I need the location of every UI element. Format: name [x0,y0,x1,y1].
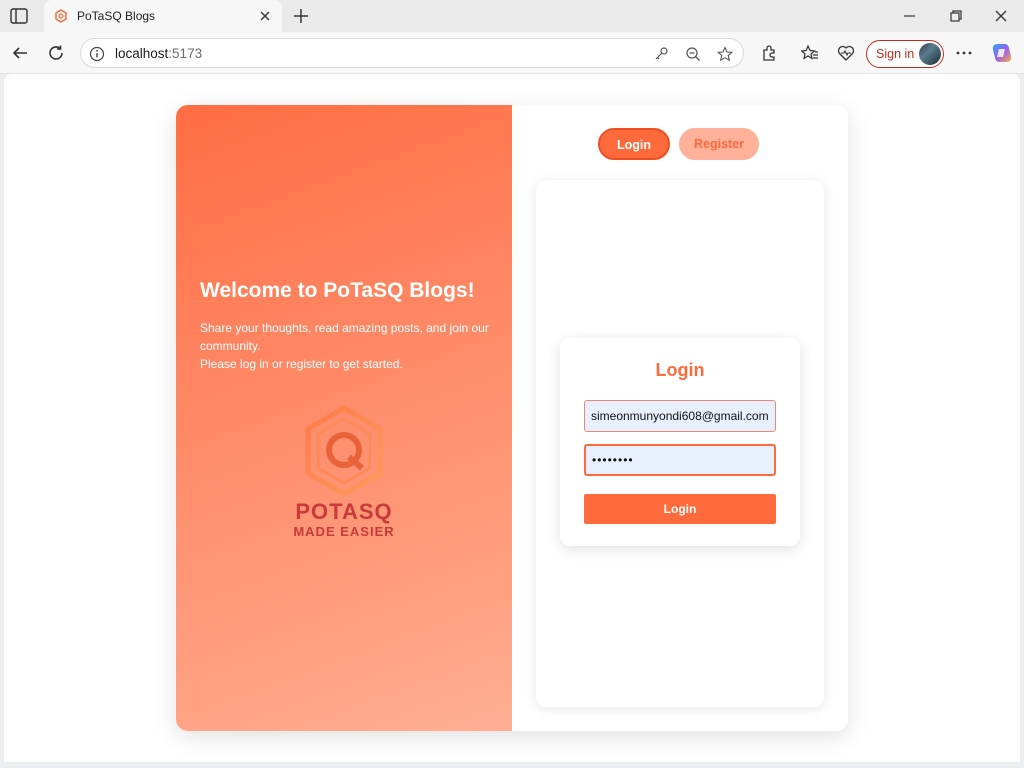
welcome-title: Welcome to PoTaSQ Blogs! [200,279,475,302]
url-text[interactable]: localhost:5173 [115,46,202,61]
logo-wordmark: POTASQ [295,499,393,524]
welcome-text-line: Share your thoughts, read amazing posts,… [200,321,489,353]
refresh-icon[interactable] [47,44,65,62]
logo-tagline: MADE EASIER [293,524,395,539]
back-arrow-icon[interactable] [11,44,29,62]
form-panel: Login Register Login Login [512,105,848,731]
close-tab-icon[interactable] [258,9,272,23]
avatar [919,43,941,65]
minimize-icon[interactable] [902,9,918,23]
active-tab[interactable]: PoTaSQ Blogs [44,0,282,32]
tab-title: PoTaSQ Blogs [77,9,156,23]
hexagon-q-icon [305,405,383,497]
password-field[interactable] [584,444,776,476]
address-bar[interactable]: localhost:5173 [80,38,744,68]
sign-in-button[interactable]: Sign in [866,40,944,68]
email-field[interactable] [584,400,776,432]
zoom-out-icon[interactable] [685,46,701,62]
login-toggle-button[interactable]: Login [598,128,670,160]
url-host: localhost [115,46,169,61]
register-toggle-button[interactable]: Register [679,128,759,160]
browser-tab-strip: PoTaSQ Blogs [0,0,1024,32]
more-options-icon[interactable] [955,44,973,62]
welcome-text: Share your thoughts, read amazing posts,… [200,319,500,373]
sign-in-label: Sign in [876,47,915,61]
welcome-panel: Welcome to PoTaSQ Blogs! Share your thou… [176,105,512,731]
potasq-logo: POTASQ MADE EASIER [284,405,404,545]
extensions-icon[interactable] [760,44,778,62]
browser-essentials-icon[interactable] [837,44,855,62]
copilot-icon[interactable] [991,42,1013,64]
login-heading: Login [655,360,705,380]
site-info-icon[interactable] [89,46,105,62]
close-window-icon[interactable] [993,9,1009,23]
restore-icon[interactable] [948,9,964,23]
potasq-favicon-icon [55,9,67,23]
key-icon[interactable] [653,46,669,62]
form-container: Login Login [536,180,824,707]
welcome-text-line: Please log in or register to get started… [200,357,403,371]
auth-card: Welcome to PoTaSQ Blogs! Share your thou… [176,105,848,731]
page-viewport: Welcome to PoTaSQ Blogs! Share your thou… [4,74,1020,762]
login-submit-button[interactable]: Login [584,494,776,524]
url-port: :5173 [168,46,203,61]
login-form: Login Login [560,338,800,546]
new-tab-icon[interactable] [292,7,310,25]
favorite-star-icon[interactable] [717,46,733,62]
sidebar-toggle-icon[interactable] [10,8,28,24]
browser-toolbar: localhost:5173 Sign in [0,32,1024,74]
favorites-icon[interactable] [801,44,819,62]
